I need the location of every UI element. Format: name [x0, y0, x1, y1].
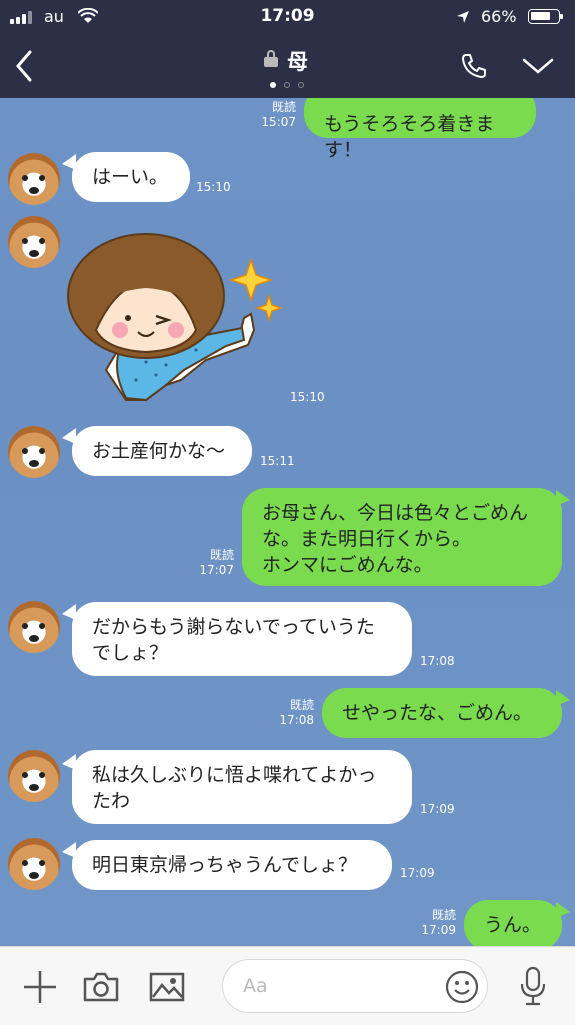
message-time: 17:09: [400, 866, 435, 880]
page-indicator: [270, 82, 310, 90]
status-bar: au 17:09 66%: [0, 0, 575, 34]
chat-title[interactable]: 母: [287, 46, 308, 76]
message-time: 15:07: [261, 115, 296, 129]
message-text: でしょ？: [92, 642, 169, 664]
message-time: 17:08: [279, 713, 314, 727]
location-icon: [456, 9, 470, 28]
message-text: 私は久しぶりに悟よ喋れてよかっ: [92, 764, 377, 786]
camera-button[interactable]: [78, 965, 124, 1009]
message-input[interactable]: Aa: [222, 959, 488, 1013]
avatar[interactable]: [8, 153, 60, 205]
voice-button[interactable]: [512, 963, 554, 1009]
message-time: 17:09: [421, 923, 456, 937]
composer-bar: Aa: [0, 946, 575, 1025]
input-placeholder: Aa: [243, 975, 268, 997]
message-meta: 既読 17:08: [258, 698, 314, 728]
message-bubble[interactable]: 私は久しぶりに悟よ喋れてよかっ たわ: [72, 750, 412, 824]
message-bubble[interactable]: お母さん、今日は色々とごめん な。また明日行くから。 ホンマにごめんな。: [242, 488, 562, 586]
smiley-icon: [445, 970, 479, 1004]
message-text: はーい。: [92, 166, 169, 188]
emoji-button[interactable]: [443, 968, 481, 1006]
message-meta: 既読 15:07: [240, 100, 296, 130]
message-time: 15:11: [260, 454, 295, 468]
add-button[interactable]: [18, 965, 62, 1009]
camera-icon: [83, 972, 119, 1002]
message-bubble[interactable]: もうそろそろ着きます！: [304, 98, 536, 161]
lock-icon: [264, 50, 278, 67]
message-bubble[interactable]: うん。: [464, 900, 562, 946]
avatar[interactable]: [8, 426, 60, 478]
message-text: な。また明日行くから。: [262, 528, 472, 550]
message-text: お母さん、今日は色々とごめん: [262, 502, 529, 524]
message-text: うん。: [484, 914, 542, 936]
message-bubble[interactable]: はーい。: [72, 152, 190, 202]
image-button[interactable]: [144, 965, 190, 1009]
message-time: 17:09: [420, 802, 455, 816]
avatar[interactable]: [8, 750, 60, 802]
menu-toggle-button[interactable]: [516, 46, 560, 86]
microphone-icon: [520, 966, 546, 1006]
plus-icon: [24, 971, 56, 1003]
read-receipt: 既読: [431, 908, 456, 922]
image-icon: [149, 972, 185, 1002]
message-bubble[interactable]: 明日東京帰っちゃうんでしょ？: [72, 840, 392, 890]
message-list[interactable]: 既読 15:07 もうそろそろ着きます！ はーい。 15:10 15:10 お土…: [0, 98, 575, 946]
message-time: 17:07: [199, 563, 234, 577]
message-meta: 既読 17:07: [178, 548, 234, 578]
message-text: もうそろそろ着きます！: [324, 113, 495, 161]
message-text: ホンマにごめんな。: [262, 554, 433, 576]
message-text: お土産何かな〜: [92, 440, 226, 462]
avatar[interactable]: [8, 216, 60, 268]
battery-percent: 66%: [481, 7, 517, 26]
message-time: 17:08: [420, 654, 455, 668]
call-button[interactable]: [454, 46, 494, 86]
avatar[interactable]: [8, 601, 60, 653]
battery-icon: [528, 9, 563, 24]
message-bubble[interactable]: せやったな、ごめん。: [322, 688, 562, 738]
message-meta: 既読 17:09: [400, 908, 456, 938]
back-button[interactable]: [6, 46, 42, 86]
message-text: 明日東京帰っちゃうんでしょ？: [92, 854, 358, 876]
message-text: せやったな、ごめん。: [342, 702, 533, 724]
read-receipt: 既読: [289, 698, 314, 712]
sticker-image[interactable]: [66, 220, 286, 415]
message-text: たわ: [92, 790, 131, 812]
message-bubble[interactable]: だからもう謝らないでっていうた でしょ？: [72, 602, 412, 676]
message-time: 15:10: [290, 390, 325, 404]
chevron-down-icon: [522, 58, 554, 74]
phone-icon: [462, 54, 486, 78]
message-bubble[interactable]: お土産何かな〜: [72, 426, 252, 476]
chat-header: 母: [0, 34, 575, 98]
read-receipt: 既読: [271, 100, 296, 114]
message-time: 15:10: [196, 180, 231, 194]
message-text: だからもう謝らないでっていうた: [92, 616, 375, 638]
chevron-left-icon: [16, 50, 32, 82]
read-receipt: 既読: [209, 548, 234, 562]
avatar[interactable]: [8, 838, 60, 890]
